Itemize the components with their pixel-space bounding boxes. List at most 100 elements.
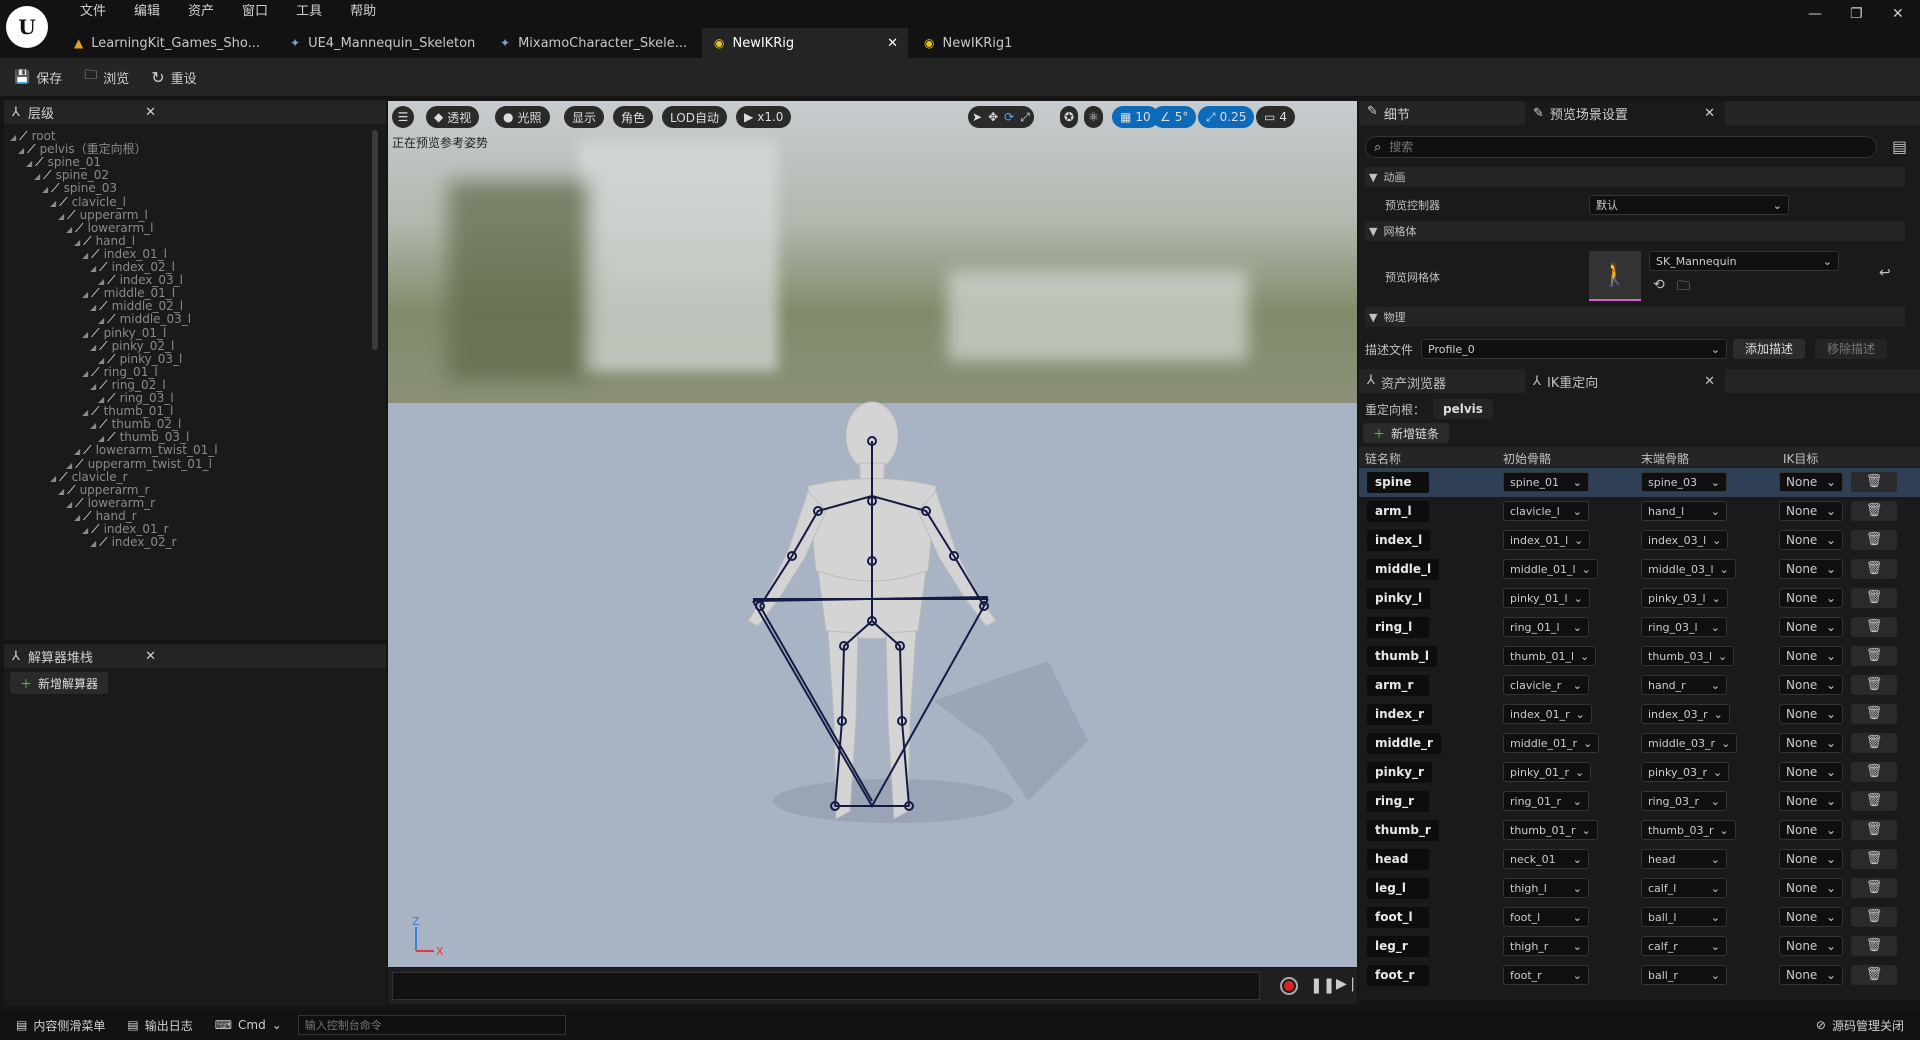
- remove-profile-button[interactable]: 移除描述: [1815, 339, 1888, 359]
- chain-row[interactable]: foot_r foot_r ⌄ ball_r ⌄ None ⌄ 🗑: [1359, 961, 1920, 990]
- expand-arrow-icon[interactable]: ◢: [74, 238, 80, 247]
- new-chain-button[interactable]: ＋新增链条: [1363, 423, 1450, 443]
- chain-row[interactable]: arm_r clavicle_r ⌄ hand_r ⌄ None ⌄ 🗑: [1359, 671, 1920, 700]
- chain-row[interactable]: foot_l foot_l ⌄ ball_l ⌄ None ⌄ 🗑: [1359, 903, 1920, 932]
- expand-arrow-icon[interactable]: ◢: [90, 303, 96, 312]
- add-profile-button[interactable]: 添加描述: [1733, 339, 1806, 359]
- menu-asset[interactable]: 资产: [174, 3, 228, 21]
- timeline-track[interactable]: [392, 972, 1260, 1000]
- end-bone-dropdown[interactable]: calf_l ⌄: [1641, 878, 1727, 898]
- expand-arrow-icon[interactable]: ◢: [50, 199, 56, 208]
- start-bone-dropdown[interactable]: clavicle_r ⌄: [1503, 675, 1589, 695]
- settings-grid-icon[interactable]: ▤: [1892, 137, 1907, 156]
- expand-arrow-icon[interactable]: ◢: [90, 539, 96, 548]
- tab-ue4-skeleton[interactable]: ✦ UE4_Mannequin_Skeleton: [278, 28, 487, 58]
- start-bone-dropdown[interactable]: thumb_01_r ⌄: [1503, 820, 1598, 840]
- reset-button[interactable]: ↻ 重设: [151, 68, 196, 87]
- delete-chain-button[interactable]: 🗑: [1851, 501, 1897, 521]
- ik-goal-dropdown[interactable]: None ⌄: [1779, 501, 1843, 521]
- start-bone-dropdown[interactable]: index_01_r ⌄: [1503, 704, 1592, 724]
- ik-goal-dropdown[interactable]: None ⌄: [1779, 733, 1843, 753]
- start-bone-dropdown[interactable]: pinky_01_r ⌄: [1503, 762, 1592, 782]
- chain-name-field[interactable]: leg_r: [1367, 936, 1429, 957]
- end-bone-dropdown[interactable]: ring_03_l ⌄: [1641, 617, 1727, 637]
- chain-row[interactable]: spine spine_01 ⌄ spine_03 ⌄ None ⌄ 🗑: [1359, 468, 1920, 497]
- expand-arrow-icon[interactable]: ◢: [26, 159, 32, 168]
- delete-chain-button[interactable]: 🗑: [1851, 791, 1897, 811]
- chain-row[interactable]: index_r index_01_r ⌄ index_03_r ⌄ None ⌄ 🗑: [1359, 700, 1920, 729]
- search-input[interactable]: [1389, 140, 1830, 154]
- expand-arrow-icon[interactable]: ◢: [82, 330, 88, 339]
- end-bone-dropdown[interactable]: hand_l ⌄: [1641, 501, 1727, 521]
- chain-row[interactable]: thumb_r thumb_01_r ⌄ thumb_03_r ⌄ None ⌄ 🗑: [1359, 816, 1920, 845]
- chain-name-field[interactable]: pinky_r: [1367, 762, 1432, 783]
- section-animation[interactable]: ▼ 动画: [1365, 167, 1905, 187]
- end-bone-dropdown[interactable]: middle_03_l ⌄: [1641, 559, 1736, 579]
- end-bone-dropdown[interactable]: head ⌄: [1641, 849, 1727, 869]
- asset-browser-tab[interactable]: ⅄ 资产浏览器: [1367, 373, 1446, 392]
- save-button[interactable]: 💾 保存: [14, 68, 62, 87]
- expand-arrow-icon[interactable]: ◢: [90, 421, 96, 430]
- start-bone-dropdown[interactable]: clavicle_l ⌄: [1503, 501, 1589, 521]
- minimize-icon[interactable]: —: [1808, 6, 1822, 22]
- close-tab-icon[interactable]: ✕: [887, 36, 898, 51]
- end-bone-dropdown[interactable]: hand_r ⌄: [1641, 675, 1727, 695]
- chain-row[interactable]: pinky_r pinky_01_r ⌄ pinky_03_r ⌄ None ⌄ 🗑: [1359, 758, 1920, 787]
- solver-stack-tab[interactable]: ⅄ 解算器堆栈 ✕: [4, 644, 386, 668]
- end-bone-dropdown[interactable]: middle_03_r ⌄: [1641, 733, 1738, 753]
- chain-row[interactable]: index_l index_01_l ⌄ index_03_l ⌄ None ⌄ 🗑: [1359, 526, 1920, 555]
- mesh-thumbnail[interactable]: 🚶: [1589, 251, 1641, 301]
- menu-edit[interactable]: 编辑: [120, 3, 174, 21]
- delete-chain-button[interactable]: 🗑: [1851, 936, 1897, 956]
- expand-arrow-icon[interactable]: ◢: [10, 133, 16, 142]
- cmd-dropdown[interactable]: ⌨ Cmd ⌄: [209, 1018, 288, 1032]
- ik-goal-dropdown[interactable]: None ⌄: [1779, 617, 1843, 637]
- start-bone-dropdown[interactable]: thumb_01_l ⌄: [1503, 646, 1597, 666]
- delete-chain-button[interactable]: 🗑: [1851, 965, 1897, 985]
- expand-arrow-icon[interactable]: ◢: [34, 172, 40, 181]
- ik-goal-dropdown[interactable]: None ⌄: [1779, 762, 1843, 782]
- ik-goal-dropdown[interactable]: None ⌄: [1779, 820, 1843, 840]
- delete-chain-button[interactable]: 🗑: [1851, 762, 1897, 782]
- chain-name-field[interactable]: thumb_l: [1367, 646, 1438, 667]
- end-bone-dropdown[interactable]: pinky_03_r ⌄: [1641, 762, 1730, 782]
- chain-row[interactable]: pinky_l pinky_01_l ⌄ pinky_03_l ⌄ None ⌄ 🗑: [1359, 584, 1920, 613]
- ik-goal-dropdown[interactable]: None ⌄: [1779, 791, 1843, 811]
- expand-arrow-icon[interactable]: ◢: [42, 185, 48, 194]
- start-bone-dropdown[interactable]: thigh_l ⌄: [1503, 878, 1589, 898]
- end-bone-dropdown[interactable]: ring_03_r ⌄: [1641, 791, 1727, 811]
- chain-name-field[interactable]: foot_l: [1367, 907, 1429, 928]
- ik-goal-dropdown[interactable]: None ⌄: [1779, 646, 1843, 666]
- chain-name-field[interactable]: middle_l: [1367, 559, 1440, 580]
- chain-name-field[interactable]: pinky_l: [1367, 588, 1431, 609]
- close-tab-icon[interactable]: ✕: [145, 105, 156, 120]
- chain-row[interactable]: ring_r ring_01_r ⌄ ring_03_r ⌄ None ⌄ 🗑: [1359, 787, 1920, 816]
- chain-name-field[interactable]: index_l: [1367, 530, 1431, 551]
- ik-goal-dropdown[interactable]: None ⌄: [1779, 965, 1843, 985]
- start-bone-dropdown[interactable]: neck_01 ⌄: [1503, 849, 1589, 869]
- expand-arrow-icon[interactable]: ◢: [90, 343, 96, 352]
- start-bone-dropdown[interactable]: middle_01_r ⌄: [1503, 733, 1600, 753]
- chain-name-field[interactable]: ring_r: [1367, 791, 1429, 812]
- ik-retarget-tab[interactable]: ⅄ IK重定向 ✕: [1525, 369, 1725, 393]
- add-solver-button[interactable]: ＋新增解算器: [10, 672, 109, 694]
- chain-name-field[interactable]: index_r: [1367, 704, 1433, 725]
- chain-row[interactable]: head neck_01 ⌄ head ⌄ None ⌄ 🗑: [1359, 845, 1920, 874]
- section-mesh[interactable]: ▼ 网格体: [1365, 221, 1905, 241]
- preview-controller-dropdown[interactable]: 默认 ⌄: [1589, 195, 1789, 215]
- source-control-button[interactable]: ⊘ 源码管理关闭: [1810, 1017, 1910, 1034]
- start-bone-dropdown[interactable]: foot_l ⌄: [1503, 907, 1589, 927]
- ik-goal-dropdown[interactable]: None ⌄: [1779, 472, 1843, 492]
- delete-chain-button[interactable]: 🗑: [1851, 820, 1897, 840]
- delete-chain-button[interactable]: 🗑: [1851, 559, 1897, 579]
- tab-newikrig[interactable]: ◉ NewIKRig ✕: [702, 28, 908, 58]
- ik-goal-dropdown[interactable]: None ⌄: [1779, 559, 1843, 579]
- chain-name-field[interactable]: arm_r: [1367, 675, 1429, 696]
- viewport[interactable]: ☰ ◆ 透视 ● 光照 显示 角色 LOD自动 ▶ x1.0 ➤ ✥ ⟳ ⤢ ✪ ⚛ ▦ 10…: [388, 101, 1357, 967]
- close-tab-icon[interactable]: ✕: [145, 649, 156, 664]
- end-bone-dropdown[interactable]: spine_03 ⌄: [1641, 472, 1727, 492]
- menu-window[interactable]: 窗口: [228, 3, 282, 21]
- record-button[interactable]: [1280, 977, 1298, 995]
- close-tab-icon[interactable]: ✕: [1704, 374, 1715, 389]
- ik-goal-dropdown[interactable]: None ⌄: [1779, 530, 1843, 550]
